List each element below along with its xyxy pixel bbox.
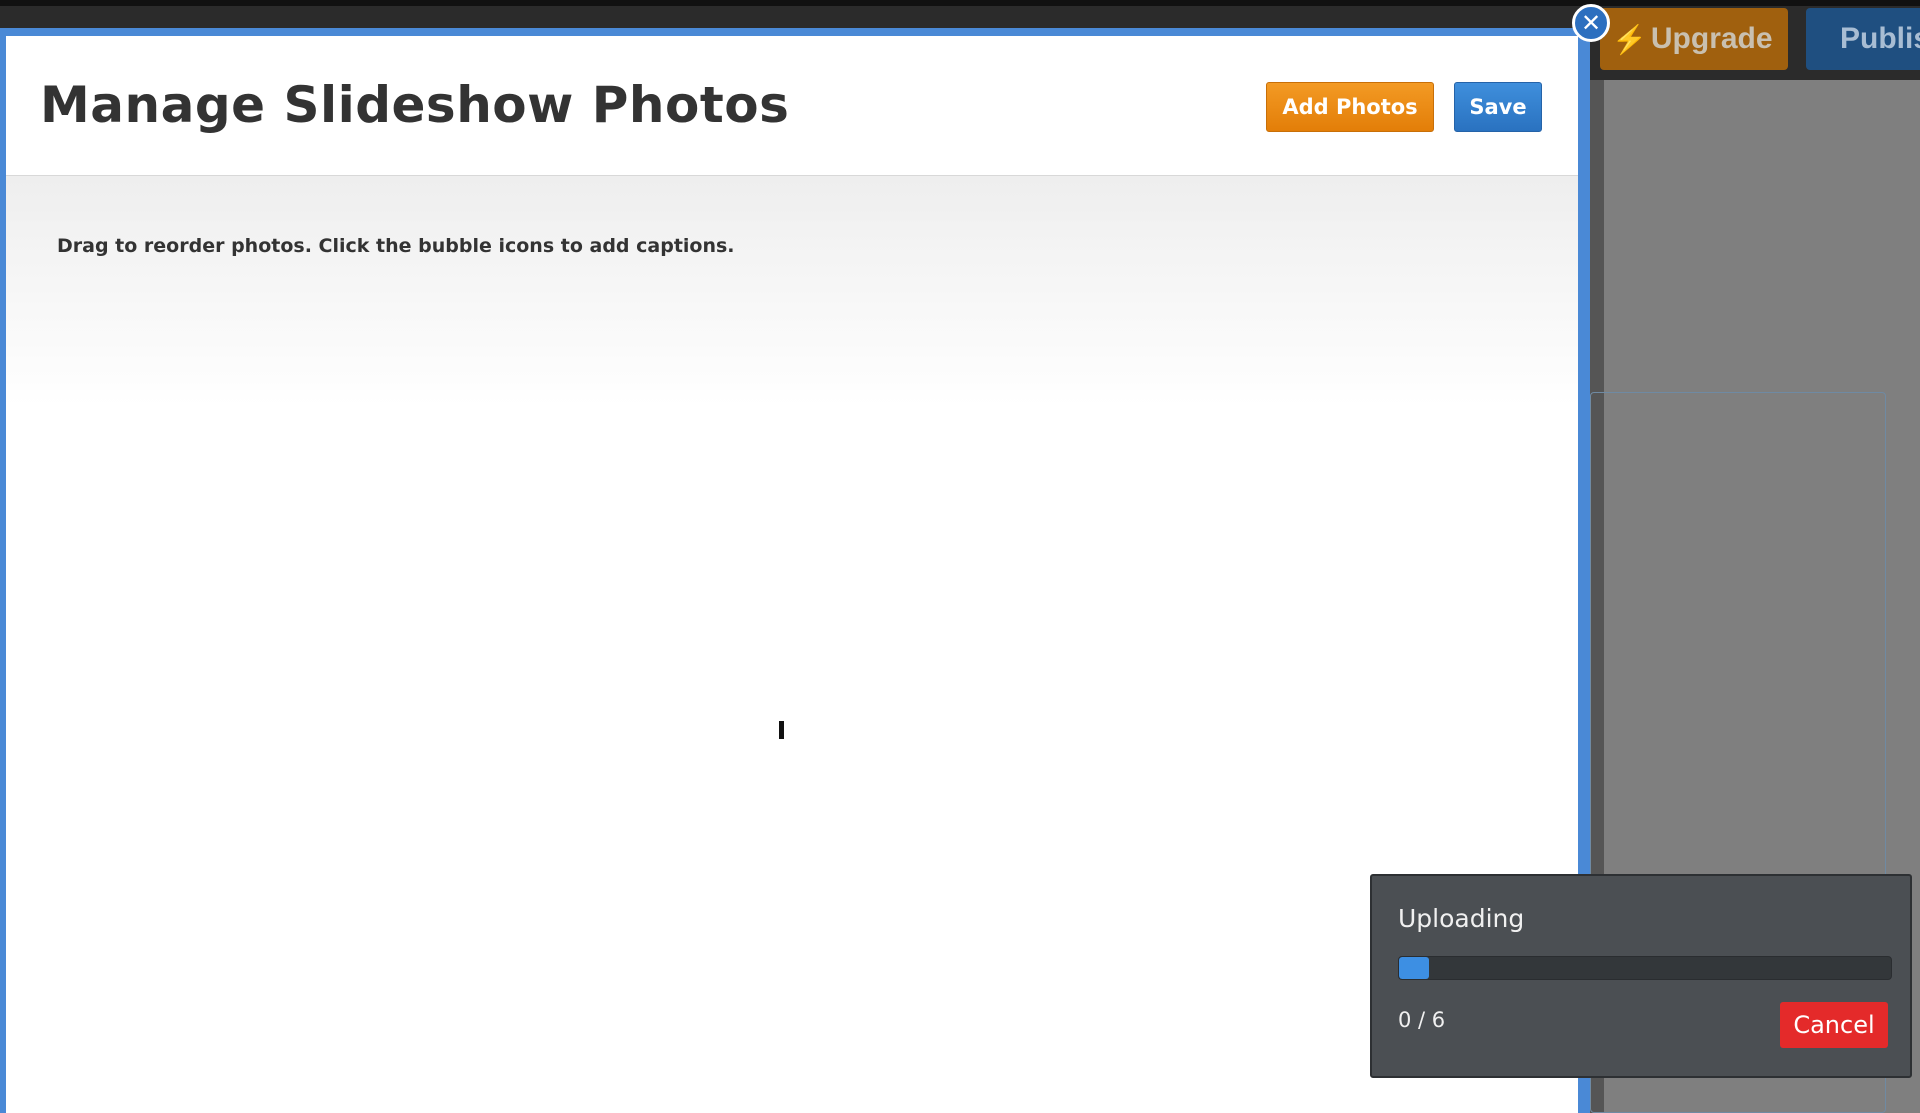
instructions-text: Drag to reorder photos. Click the bubble… [57,235,735,257]
upload-progress-fill [1399,957,1429,979]
close-icon[interactable]: ✕ [1572,4,1610,42]
upload-count: 0 / 6 [1398,1008,1446,1032]
modal-header: Manage Slideshow Photos Add Photos Save [6,36,1578,176]
add-photos-button[interactable]: Add Photos [1266,82,1434,132]
lightning-bolt-icon: ⚡ [1612,23,1647,55]
top-strip [0,0,1920,6]
modal-title: Manage Slideshow Photos [40,76,790,134]
upload-title: Uploading [1398,904,1525,933]
publish-button[interactable]: Publis [1806,8,1920,70]
manage-slideshow-modal: Manage Slideshow Photos Add Photos Save … [0,28,1590,1113]
modal-content: Manage Slideshow Photos Add Photos Save … [6,36,1578,1113]
upgrade-button[interactable]: ⚡ Upgrade [1600,8,1788,70]
publish-label: Publis [1840,22,1920,55]
upload-progress-bar [1398,956,1892,980]
cancel-upload-button[interactable]: Cancel [1780,1002,1888,1048]
photo-drop-area[interactable]: Drag to reorder photos. Click the bubble… [6,176,1578,1113]
upgrade-label: Upgrade [1650,22,1773,55]
upload-progress-panel: Uploading 0 / 6 Cancel [1370,874,1912,1078]
save-button[interactable]: Save [1454,82,1542,132]
text-cursor-icon [779,721,784,739]
